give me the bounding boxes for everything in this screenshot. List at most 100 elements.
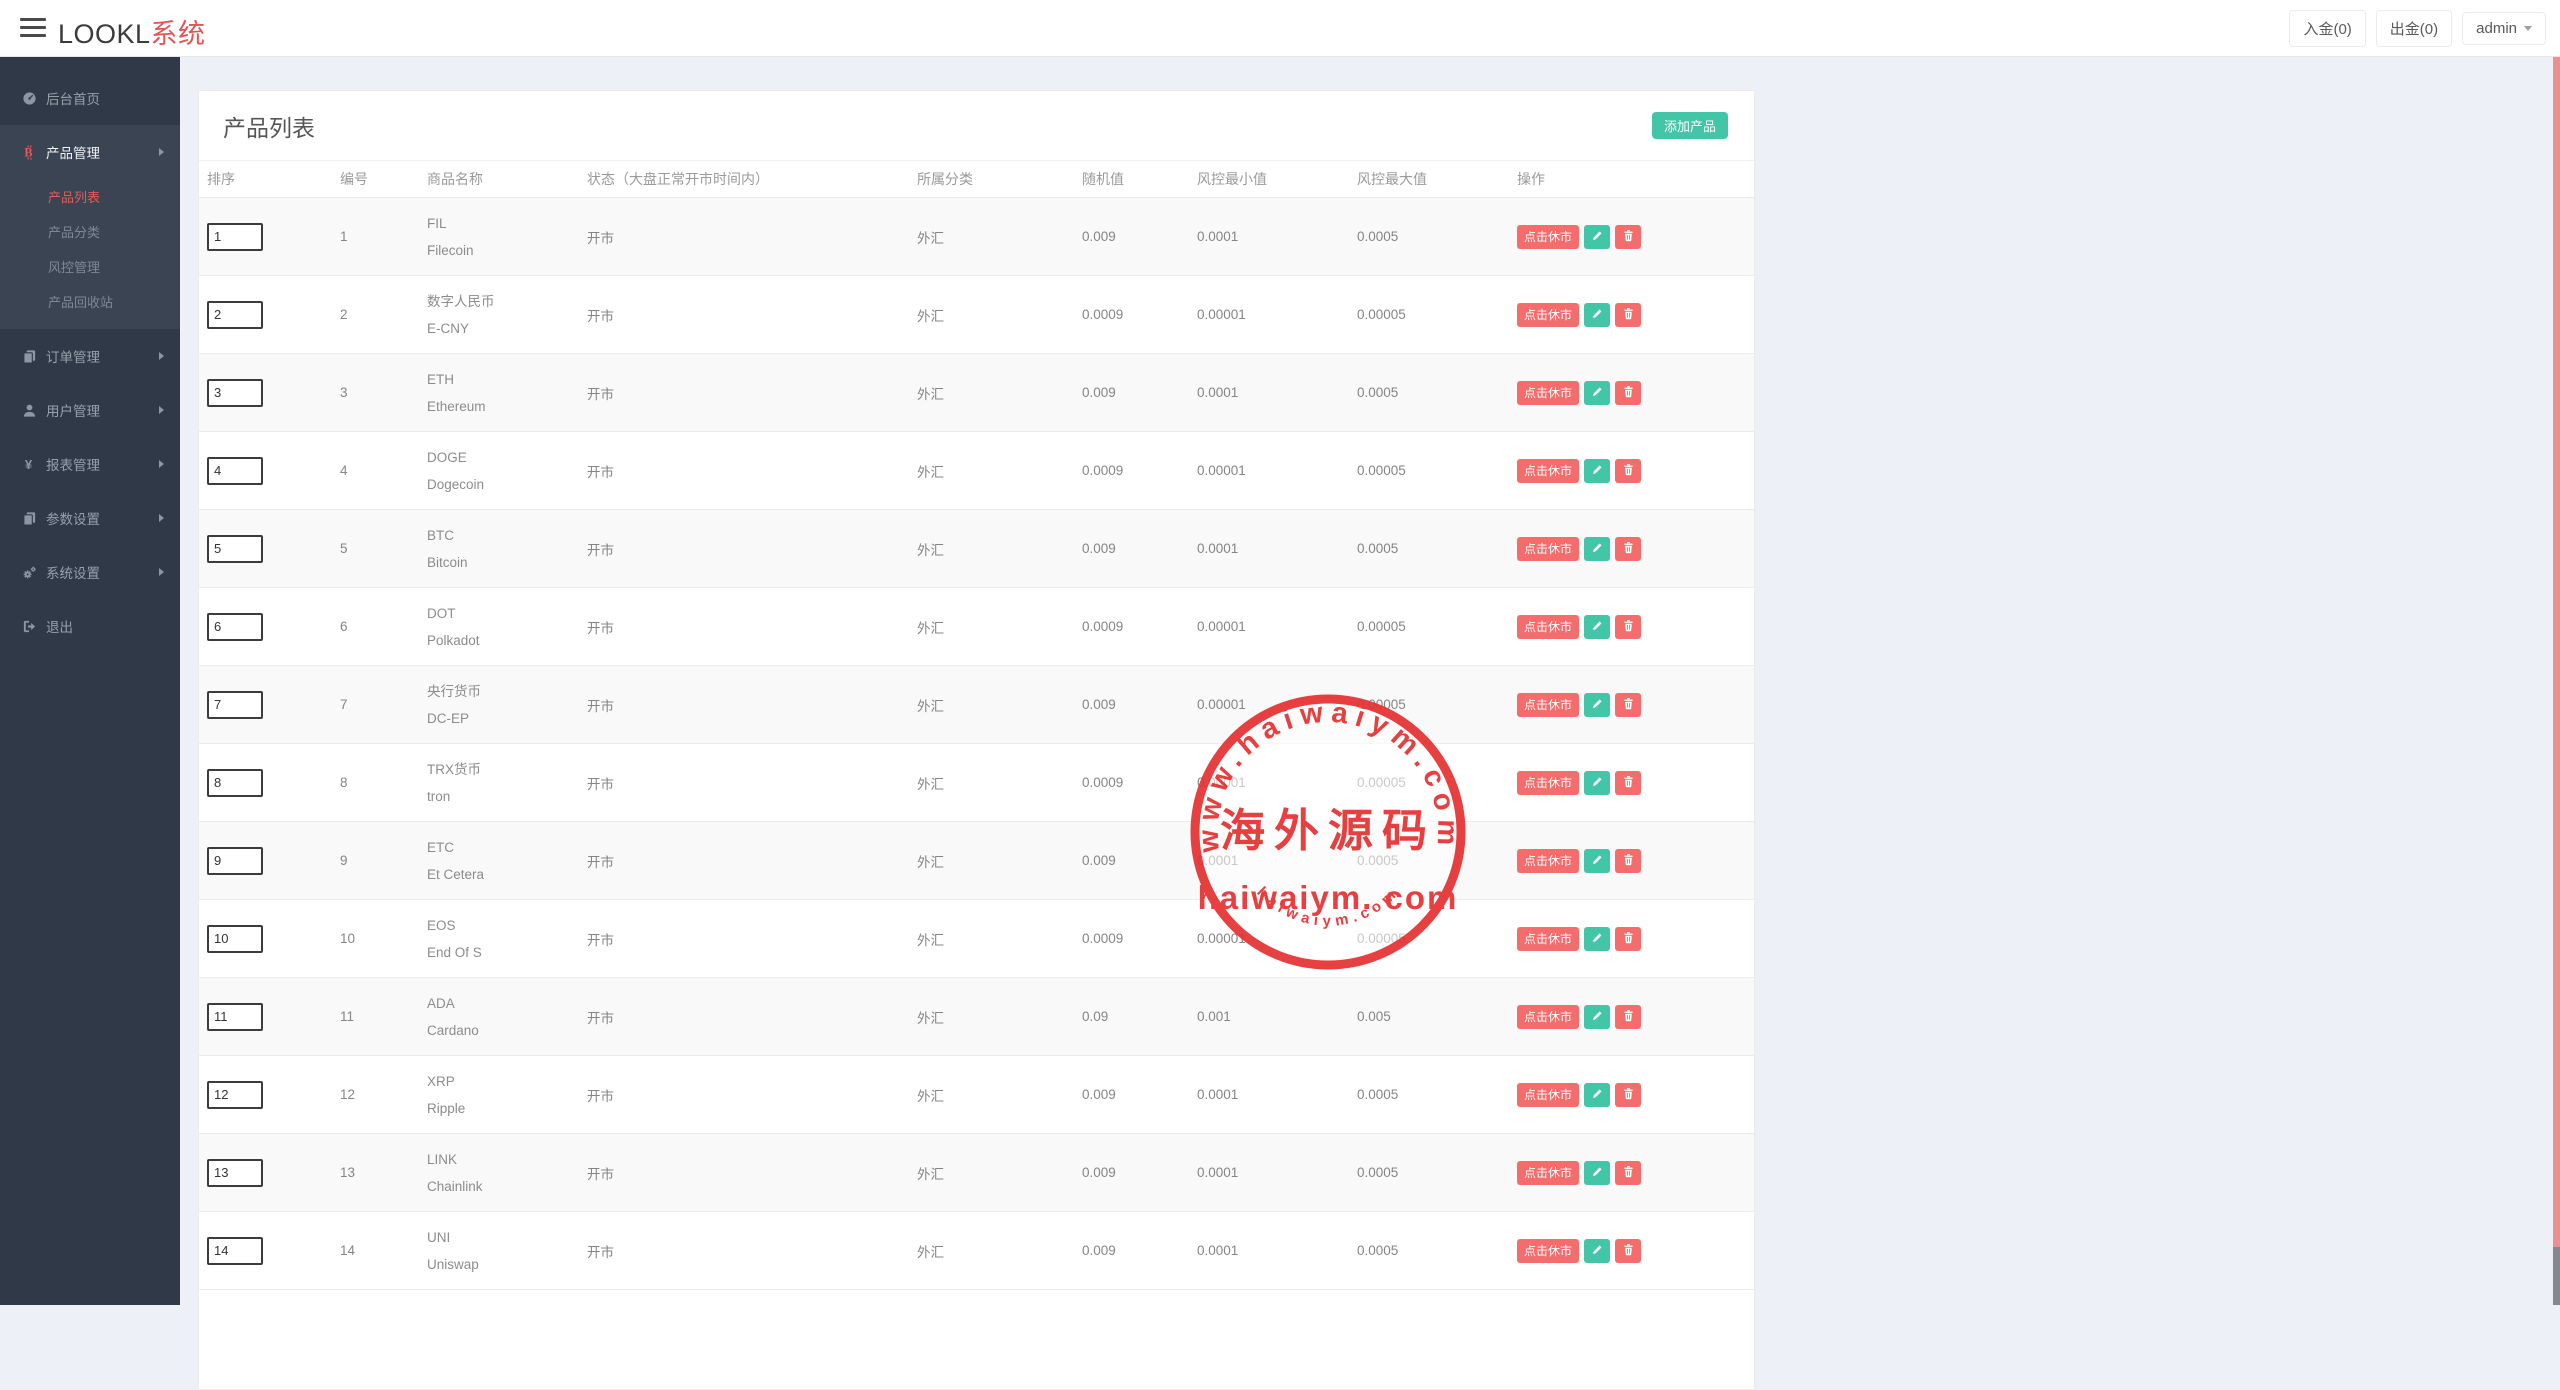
row-id: 12 xyxy=(340,1087,427,1102)
sort-input[interactable] xyxy=(207,769,263,797)
sort-input[interactable] xyxy=(207,535,263,563)
edit-button[interactable] xyxy=(1584,927,1610,951)
deposit-button[interactable]: 入金(0) xyxy=(2289,10,2365,47)
sidebar-item-4[interactable]: ¥ 报表管理 xyxy=(0,437,180,491)
add-product-button[interactable]: 添加产品 xyxy=(1652,112,1728,139)
product-name-en: E-CNY xyxy=(427,315,587,342)
status-text: 开市 xyxy=(587,1085,917,1105)
row-id: 8 xyxy=(340,775,427,790)
edit-button[interactable] xyxy=(1584,303,1610,327)
close-market-button[interactable]: 点击休市 xyxy=(1517,537,1579,561)
category-text: 外汇 xyxy=(917,305,1082,325)
edit-button[interactable] xyxy=(1584,459,1610,483)
delete-button[interactable] xyxy=(1615,1005,1641,1029)
sidebar-item-5[interactable]: 参数设置 xyxy=(0,491,180,545)
user-menu[interactable]: admin xyxy=(2462,12,2546,45)
sort-input[interactable] xyxy=(207,691,263,719)
delete-button[interactable] xyxy=(1615,303,1641,327)
delete-button[interactable] xyxy=(1615,615,1641,639)
sort-input[interactable] xyxy=(207,457,263,485)
page-scrollbar[interactable] xyxy=(2553,57,2560,1305)
risk-min-value: 0.00001 xyxy=(1197,697,1357,712)
sort-input[interactable] xyxy=(207,223,263,251)
edit-button[interactable] xyxy=(1584,1161,1610,1185)
delete-button[interactable] xyxy=(1615,771,1641,795)
close-market-button[interactable]: 点击休市 xyxy=(1517,1161,1579,1185)
product-name-en: Polkadot xyxy=(427,627,587,654)
pencil-icon xyxy=(1591,1165,1604,1181)
close-market-button[interactable]: 点击休市 xyxy=(1517,771,1579,795)
random-value: 0.009 xyxy=(1082,1165,1197,1180)
close-market-button[interactable]: 点击休市 xyxy=(1517,1083,1579,1107)
column-header-0: 排序 xyxy=(207,169,340,189)
sidebar-item-7[interactable]: 退出 xyxy=(0,599,180,653)
category-text: 外汇 xyxy=(917,461,1082,481)
sidebar-item-0[interactable]: 后台首页 xyxy=(0,71,180,125)
sort-input[interactable] xyxy=(207,613,263,641)
risk-max-value: 0.0005 xyxy=(1357,385,1517,400)
delete-button[interactable] xyxy=(1615,381,1641,405)
hamburger-menu-icon[interactable] xyxy=(20,18,46,39)
delete-button[interactable] xyxy=(1615,927,1641,951)
close-market-button[interactable]: 点击休市 xyxy=(1517,1239,1579,1263)
risk-min-value: 0.00001 xyxy=(1197,775,1357,790)
sort-input[interactable] xyxy=(207,301,263,329)
delete-button[interactable] xyxy=(1615,1083,1641,1107)
scrollbar-thumb[interactable] xyxy=(2553,57,2560,1247)
close-market-button[interactable]: 点击休市 xyxy=(1517,225,1579,249)
delete-button[interactable] xyxy=(1615,537,1641,561)
close-market-button[interactable]: 点击休市 xyxy=(1517,615,1579,639)
edit-button[interactable] xyxy=(1584,849,1610,873)
edit-button[interactable] xyxy=(1584,1083,1610,1107)
risk-max-value: 0.00005 xyxy=(1357,619,1517,634)
sidebar-item-3[interactable]: 用户管理 xyxy=(0,383,180,437)
sort-input[interactable] xyxy=(207,1081,263,1109)
close-market-button[interactable]: 点击休市 xyxy=(1517,927,1579,951)
app-logo[interactable]: LOOKL系统 xyxy=(58,12,206,51)
sort-input[interactable] xyxy=(207,1159,263,1187)
sidebar-item-1[interactable]: B 产品管理 xyxy=(0,125,180,179)
edit-button[interactable] xyxy=(1584,1005,1610,1029)
withdraw-button[interactable]: 出金(0) xyxy=(2376,10,2452,47)
sort-input[interactable] xyxy=(207,847,263,875)
sort-input[interactable] xyxy=(207,1003,263,1031)
delete-button[interactable] xyxy=(1615,849,1641,873)
sidebar-subitem-3[interactable]: 产品回收站 xyxy=(0,284,180,319)
edit-button[interactable] xyxy=(1584,1239,1610,1263)
delete-button[interactable] xyxy=(1615,1161,1641,1185)
edit-button[interactable] xyxy=(1584,615,1610,639)
edit-button[interactable] xyxy=(1584,381,1610,405)
edit-button[interactable] xyxy=(1584,771,1610,795)
sort-input[interactable] xyxy=(207,925,263,953)
status-text: 开市 xyxy=(587,617,917,637)
risk-min-value: 0.00001 xyxy=(1197,307,1357,322)
sidebar-item-6[interactable]: 系统设置 xyxy=(0,545,180,599)
sidebar-subitem-1[interactable]: 产品分类 xyxy=(0,214,180,249)
sort-input[interactable] xyxy=(207,1237,263,1265)
random-value: 0.09 xyxy=(1082,1009,1197,1024)
close-market-button[interactable]: 点击休市 xyxy=(1517,381,1579,405)
delete-button[interactable] xyxy=(1615,225,1641,249)
delete-button[interactable] xyxy=(1615,459,1641,483)
status-text: 开市 xyxy=(587,539,917,559)
edit-button[interactable] xyxy=(1584,693,1610,717)
close-market-button[interactable]: 点击休市 xyxy=(1517,1005,1579,1029)
sidebar-subitem-label: 产品分类 xyxy=(48,222,100,241)
sidebar-subitem-0[interactable]: 产品列表 xyxy=(0,179,180,214)
edit-button[interactable] xyxy=(1584,225,1610,249)
close-market-button[interactable]: 点击休市 xyxy=(1517,303,1579,327)
pencil-icon xyxy=(1591,229,1604,245)
close-market-button[interactable]: 点击休市 xyxy=(1517,849,1579,873)
sidebar-group-products: B 产品管理 产品列表 产品分类 风控管理 产品回收站 xyxy=(0,125,180,329)
close-market-button[interactable]: 点击休市 xyxy=(1517,693,1579,717)
delete-button[interactable] xyxy=(1615,1239,1641,1263)
status-text: 开市 xyxy=(587,305,917,325)
sidebar-item-label: 参数设置 xyxy=(46,508,159,528)
sort-input[interactable] xyxy=(207,379,263,407)
close-market-button[interactable]: 点击休市 xyxy=(1517,459,1579,483)
sidebar-item-2[interactable]: 订单管理 xyxy=(0,329,180,383)
product-name-en: Dogecoin xyxy=(427,471,587,498)
delete-button[interactable] xyxy=(1615,693,1641,717)
edit-button[interactable] xyxy=(1584,537,1610,561)
sidebar-subitem-2[interactable]: 风控管理 xyxy=(0,249,180,284)
